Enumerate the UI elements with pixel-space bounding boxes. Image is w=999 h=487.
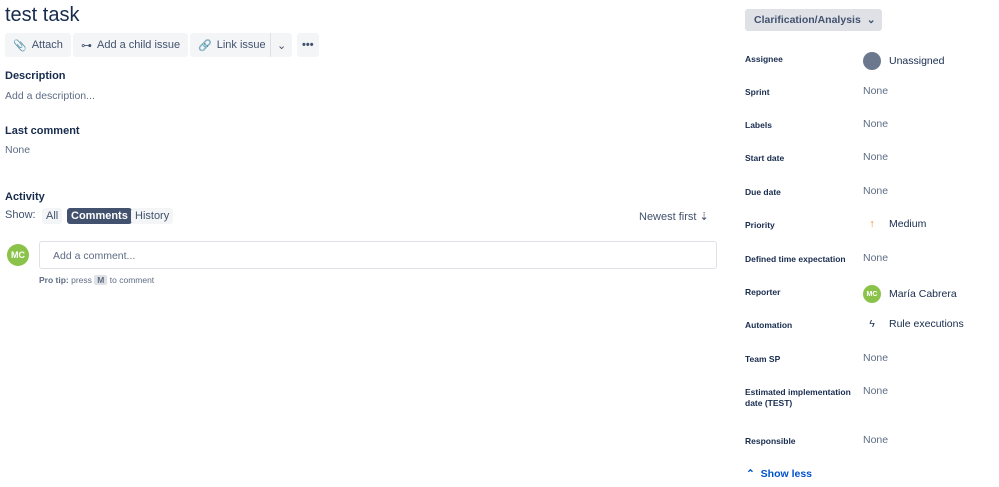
status-label: Clarification/Analysis [754, 14, 861, 26]
description-heading: Description [5, 70, 66, 82]
field-label: Responsible [745, 436, 796, 446]
pro-tip-key: M [94, 275, 108, 285]
field-label: Reporter [745, 287, 781, 297]
field-value[interactable]: None [863, 434, 888, 446]
show-less-button[interactable]: ⌃ Show less [746, 468, 812, 480]
field-value[interactable]: None [863, 85, 888, 97]
field-label: Labels [745, 120, 772, 130]
field-value-text: None [863, 85, 889, 97]
field-value[interactable]: None [863, 118, 888, 130]
last-comment-value: None [5, 144, 31, 156]
field-value[interactable]: None [863, 151, 888, 163]
field-value[interactable]: MC María Cabrera [863, 285, 957, 303]
filter-comments[interactable]: Comments [67, 208, 132, 224]
child-label: Add a child issue [97, 39, 181, 51]
filter-all[interactable]: All [42, 208, 63, 224]
field-value[interactable]: None [863, 352, 888, 364]
priority-medium-icon: ↑ [869, 218, 875, 230]
field-value-text: None [863, 118, 889, 130]
chevron-down-icon: ⌄ [866, 14, 876, 26]
user-avatar: MC [7, 244, 29, 266]
more-icon: ••• [302, 39, 314, 51]
sort-button[interactable]: Newest first ⇣ [639, 210, 709, 223]
field-value[interactable]: None [863, 385, 888, 397]
field-label: Assignee [745, 54, 783, 64]
chevron-down-icon: ⌄ [277, 39, 287, 52]
unassigned-avatar-icon [863, 52, 881, 70]
field-value-text: Unassigned [889, 55, 945, 67]
field-value[interactable]: ↑ Medium [863, 218, 926, 230]
status-dropdown[interactable]: Clarification/Analysis ⌄ [745, 9, 882, 31]
field-label: Estimated implementation date (TEST) [745, 387, 851, 408]
show-less-label: Show less [760, 468, 813, 480]
sort-icon: ⇣ [699, 211, 709, 223]
field-value[interactable]: None [863, 252, 888, 264]
field-value-text: None [863, 352, 889, 364]
field-value-text: Rule executions [889, 318, 964, 330]
field-value-text: None [863, 434, 889, 446]
activity-heading: Activity [5, 191, 45, 203]
field-value[interactable]: Unassigned [863, 52, 944, 70]
paperclip-icon: 📎 [13, 39, 27, 52]
field-value-text: Medium [889, 218, 927, 230]
field-value-text: None [863, 151, 889, 163]
description-input[interactable]: Add a description... [5, 90, 95, 102]
field-value-text: None [863, 385, 889, 397]
field-label: Team SP [745, 354, 781, 364]
field-value[interactable]: None [863, 185, 888, 197]
field-value-text: None [863, 252, 889, 264]
field-label: Defined time expectation [745, 254, 846, 264]
pro-tip-rest: to comment [109, 275, 155, 285]
reporter-avatar: MC [863, 285, 881, 303]
sort-label: Newest first [639, 211, 697, 223]
issue-title[interactable]: test task [5, 4, 79, 27]
link-issue-button[interactable]: 🔗 Link issue [190, 33, 274, 57]
comment-input[interactable]: Add a comment... [39, 241, 717, 269]
pro-tip-press: press [71, 275, 92, 285]
field-label: Priority [745, 220, 775, 230]
hierarchy-icon: ⊶ [81, 39, 92, 52]
lightning-icon: ϟ [869, 318, 875, 330]
field-value-text: María Cabrera [889, 288, 957, 300]
pro-tip: Pro tip: press M to comment [39, 275, 154, 285]
link-label: Link issue [216, 39, 266, 51]
more-actions-button[interactable]: ••• [297, 33, 319, 57]
link-icon: 🔗 [198, 39, 212, 52]
field-label: Start date [745, 153, 785, 163]
attach-label: Attach [31, 39, 63, 51]
field-value-text: None [863, 185, 889, 197]
field-label: Sprint [745, 87, 770, 97]
add-child-issue-button[interactable]: ⊶ Add a child issue [73, 33, 189, 57]
attach-button[interactable]: 📎 Attach [5, 33, 71, 57]
field-label: Automation [745, 320, 793, 330]
chevron-up-icon: ⌃ [746, 468, 755, 480]
link-dropdown-button[interactable]: ⌄ [270, 33, 293, 57]
last-comment-heading: Last comment [5, 125, 80, 137]
field-value[interactable]: ϟ Rule executions [863, 318, 964, 330]
show-label: Show: [5, 209, 36, 221]
field-label: Due date [745, 187, 781, 197]
pro-tip-bold: Pro tip: [39, 275, 69, 285]
filter-history[interactable]: History [131, 208, 174, 224]
